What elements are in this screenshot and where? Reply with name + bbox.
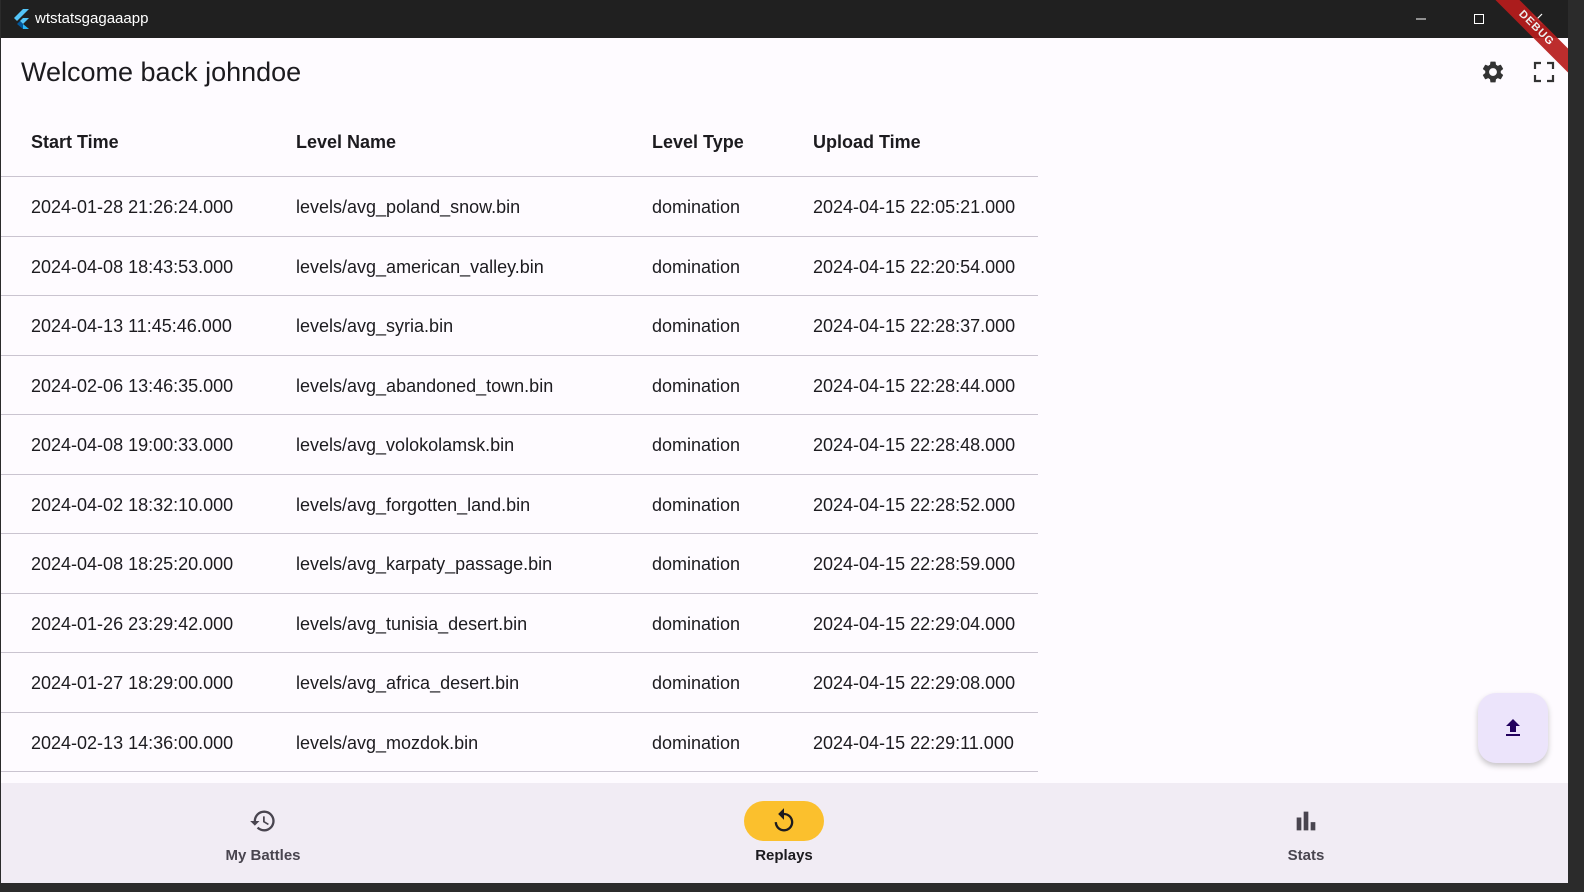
maximize-icon [1474, 14, 1484, 24]
window-title: wtstatsgagaaapp [35, 10, 149, 27]
cell-start-time: 2024-01-26 23:29:42.000 [31, 613, 234, 634]
page-title: Welcome back johndoe [21, 57, 302, 87]
nav-label-replays: Replays [755, 847, 813, 864]
cell-start-time: 2024-04-08 18:25:20.000 [31, 554, 234, 574]
fullscreen-icon [1533, 61, 1555, 83]
minimize-button[interactable] [1398, 0, 1444, 38]
nav-label-my-battles: My Battles [225, 847, 301, 864]
table-row[interactable]: 2024-04-02 18:32:10.000 levels/avg_forgot… [1, 475, 1038, 534]
cell-level-type: domination [652, 554, 741, 574]
cell-upload-time: 2024-04-15 22:28:44.000 [813, 375, 1016, 396]
replay-icon [774, 808, 794, 832]
cell-level-type: domination [652, 375, 741, 396]
nav-indicator [744, 801, 824, 841]
cell-level-type: domination [652, 673, 741, 693]
table-row[interactable]: 2024-01-28 21:26:24.000 levels/avg_poland… [1, 177, 1038, 237]
gear-icon [1482, 61, 1504, 83]
cell-level-name: levels/avg_syria.bin [296, 316, 454, 336]
nav-indicator [1266, 801, 1346, 841]
cell-start-time: 2024-01-28 21:26:24.000 [31, 197, 234, 217]
cell-start-time: 2024-04-08 19:00:33.000 [31, 435, 234, 455]
bottom-navigation: My Battles Replays Stats [1, 783, 1568, 883]
cell-upload-time: 2024-04-15 22:20:54.000 [813, 256, 1016, 277]
table-row[interactable]: 2024-01-26 23:29:42.000 levels/avg_tunisi… [1, 594, 1038, 653]
cell-level-type: domination [652, 494, 741, 515]
table-row[interactable]: 2024-04-08 18:43:53.000 levels/avg_americ… [1, 237, 1038, 296]
column-header-level-name[interactable]: Level Name [296, 132, 396, 153]
cell-level-name: levels/avg_poland_snow.bin [296, 197, 521, 217]
nav-item-stats[interactable]: Stats [1236, 783, 1376, 883]
fullscreen-button[interactable] [1528, 56, 1560, 88]
cell-level-name: levels/avg_forgotten_land.bin [296, 494, 531, 515]
cell-level-type: domination [652, 316, 741, 336]
cell-level-type: domination [652, 613, 741, 634]
cell-upload-time: 2024-04-15 22:28:59.000 [813, 554, 1016, 574]
cell-level-type: domination [652, 435, 741, 455]
upload-icon [1506, 719, 1520, 736]
cell-upload-time: 2024-04-15 22:28:37.000 [813, 316, 1016, 336]
cell-start-time: 2024-04-02 18:32:10.000 [31, 494, 234, 515]
table-row[interactable]: 2024-04-13 11:45:46.000 levels/avg_syria.… [1, 296, 1038, 356]
cell-level-name: levels/avg_karpaty_passage.bin [296, 554, 553, 574]
table-row[interactable]: 2024-04-08 18:25:20.000 levels/avg_karpat… [1, 534, 1038, 594]
bar-chart-icon [1296, 811, 1316, 831]
cell-start-time: 2024-04-08 18:43:53.000 [31, 256, 234, 277]
cell-start-time: 2024-04-13 11:45:46.000 [31, 316, 232, 336]
table-header: Start Time Level Name Level Type Upload … [1, 110, 1038, 177]
cell-start-time: 2024-01-27 18:29:00.000 [31, 673, 234, 693]
table-row[interactable]: 2024-02-13 14:36:00.000 levels/avg_mozdok… [1, 713, 1038, 772]
table-row[interactable]: 2024-04-08 19:00:33.000 levels/avg_voloko… [1, 415, 1038, 475]
cell-level-name: levels/avg_mozdok.bin [296, 732, 479, 753]
nav-indicator [223, 801, 303, 841]
replays-table: Start Time Level Name Level Type Upload … [1, 110, 1038, 772]
cell-level-type: domination [652, 197, 741, 217]
table-row[interactable]: 2024-01-27 18:29:00.000 levels/avg_africa… [1, 653, 1038, 713]
nav-label-stats: Stats [1287, 847, 1325, 864]
minimize-icon [1416, 18, 1426, 20]
cell-level-type: domination [652, 732, 741, 753]
nav-item-my-battles[interactable]: My Battles [193, 783, 333, 883]
cell-level-type: domination [652, 256, 741, 277]
cell-level-name: levels/avg_american_valley.bin [296, 256, 544, 277]
settings-button[interactable] [1477, 56, 1509, 88]
cell-upload-time: 2024-04-15 22:05:21.000 [813, 197, 1016, 217]
cell-upload-time: 2024-04-15 22:28:52.000 [813, 494, 1016, 515]
title-bar: wtstatsgagaaapp [1, 0, 1568, 38]
table-row[interactable]: 2024-02-06 13:46:35.000 levels/avg_abando… [1, 356, 1038, 415]
cell-level-name: levels/avg_volokolamsk.bin [296, 435, 515, 455]
upload-fab[interactable] [1478, 693, 1548, 763]
nav-item-replays[interactable]: Replays [714, 783, 854, 883]
cell-upload-time: 2024-04-15 22:28:48.000 [813, 435, 1016, 455]
column-header-level-type[interactable]: Level Type [652, 132, 744, 153]
column-header-upload-time[interactable]: Upload Time [813, 132, 921, 153]
cell-upload-time: 2024-04-15 22:29:04.000 [813, 613, 1016, 634]
cell-start-time: 2024-02-13 14:36:00.000 [31, 732, 234, 753]
cell-level-name: levels/avg_abandoned_town.bin [296, 375, 554, 396]
cell-upload-time: 2024-04-15 22:29:11.000 [813, 732, 1014, 753]
cell-start-time: 2024-02-06 13:46:35.000 [31, 375, 234, 396]
maximize-button[interactable] [1456, 0, 1502, 38]
table-body: 2024-01-28 21:26:24.000 levels/avg_poland… [1, 177, 1038, 772]
column-header-start-time[interactable]: Start Time [31, 132, 119, 153]
cell-level-name: levels/avg_tunisia_desert.bin [296, 613, 528, 634]
flutter-logo-icon [14, 9, 29, 29]
cell-upload-time: 2024-04-15 22:29:08.000 [813, 673, 1016, 693]
cell-level-name: levels/avg_africa_desert.bin [296, 673, 520, 693]
app-window: wtstatsgagaaapp Welcome back johndoe DEB… [1, 0, 1568, 883]
history-icon [250, 810, 275, 832]
